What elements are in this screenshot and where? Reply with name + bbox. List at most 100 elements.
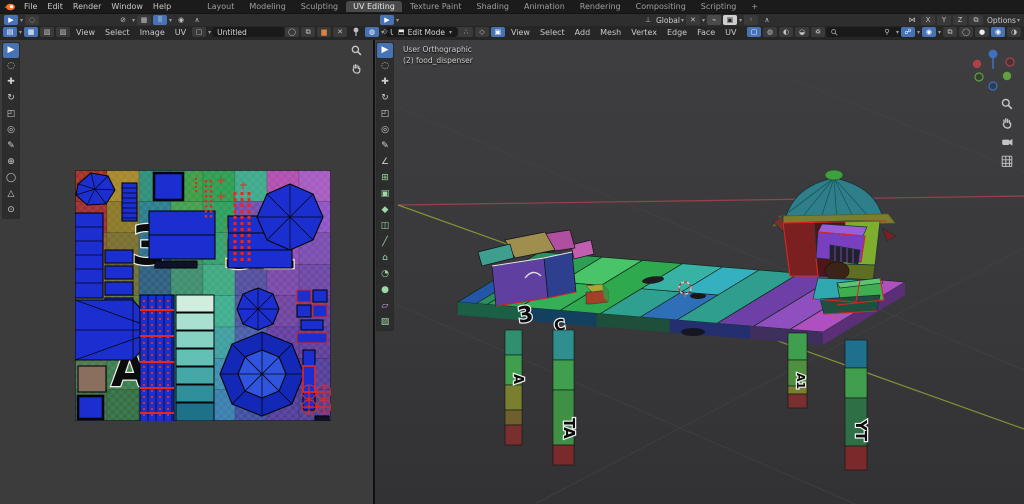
- workspace-tab-shading[interactable]: Shading: [469, 1, 516, 12]
- uv-falloff-icon[interactable]: ∧: [190, 15, 204, 25]
- uv-menu-select[interactable]: Select: [100, 28, 135, 37]
- v3d-active-tool-icon[interactable]: ▶: [380, 15, 394, 25]
- v3d-menu-edge[interactable]: Edge: [662, 28, 692, 37]
- scene-3d[interactable]: 3 C A TA: [375, 40, 1024, 504]
- tool-inset-faces[interactable]: ▣: [377, 187, 393, 202]
- uv-editor-type-icon[interactable]: ▤: [3, 27, 17, 37]
- tool-cursor[interactable]: ◌: [377, 59, 393, 74]
- topbar-menu-render[interactable]: Render: [68, 2, 106, 11]
- options-button[interactable]: Options: [987, 16, 1016, 25]
- tool-shear[interactable]: ▱: [377, 299, 393, 314]
- uv-mode-uv-icon[interactable]: ▦: [24, 27, 38, 37]
- tool-transform[interactable]: ◎: [377, 123, 393, 138]
- v3d-menu-view[interactable]: View: [506, 28, 535, 37]
- image-new-icon[interactable]: ◯: [285, 27, 299, 37]
- topbar-menu-file[interactable]: File: [19, 2, 42, 11]
- uv-menu-view[interactable]: View: [71, 28, 100, 37]
- pan-hand-icon[interactable]: [1001, 117, 1013, 129]
- image-name-field[interactable]: Untitled: [212, 27, 284, 37]
- workspace-tab-modeling[interactable]: Modeling: [242, 1, 292, 12]
- ortho-grid-icon[interactable]: [1001, 155, 1013, 167]
- pin-icon[interactable]: [352, 27, 360, 37]
- uv-menu-image[interactable]: Image: [135, 28, 170, 37]
- workspace-tab-rendering[interactable]: Rendering: [573, 1, 628, 12]
- uv-mode-paint-icon[interactable]: ▧: [40, 27, 54, 37]
- uv-cursor-tool-icon[interactable]: ◌: [25, 15, 39, 25]
- topbar-menu-help[interactable]: Help: [148, 2, 176, 11]
- image-browse-icon[interactable]: ▢: [192, 27, 206, 37]
- proportional-toggle-icon[interactable]: ◦: [744, 15, 758, 25]
- orientation-label[interactable]: Global: [656, 16, 680, 25]
- add-workspace-button[interactable]: +: [744, 1, 765, 12]
- tool-loop-cut[interactable]: ◫: [377, 219, 393, 234]
- image-duplicate-icon[interactable]: ⧉: [301, 27, 315, 37]
- uv-mode-mask-icon[interactable]: ▨: [56, 27, 70, 37]
- zoom-icon[interactable]: [351, 45, 362, 56]
- uv-editor-pane[interactable]: ▶◌✚↻◰◎✎⊕◯△⊙ 3 32 A A2: [0, 40, 373, 504]
- select-mode-vertex-icon[interactable]: ∴: [459, 27, 473, 37]
- uv-menu-uv[interactable]: UV: [170, 28, 191, 37]
- pivot-chip-icon[interactable]: ▣: [723, 15, 737, 25]
- workspace-tab-layout[interactable]: Layout: [200, 1, 241, 12]
- v3d-menu-add[interactable]: Add: [570, 28, 596, 37]
- workspace-tab-texture-paint[interactable]: Texture Paint: [403, 1, 469, 12]
- tool-measure[interactable]: ∠: [377, 155, 393, 170]
- tool-smooth[interactable]: ●: [377, 283, 393, 298]
- uv-image[interactable]: 3 32 A A2: [75, 170, 331, 421]
- transform-pivot-icon[interactable]: ⚲: [880, 27, 894, 37]
- mesh-filter-icon[interactable]: ♽: [811, 27, 825, 37]
- v3d-editor-type-icon[interactable]: ⟐: [378, 27, 392, 37]
- show-gizmo-icon[interactable]: ▢: [747, 27, 761, 37]
- tool-rip-region[interactable]: ▨: [377, 315, 393, 330]
- topbar-menu-window[interactable]: Window: [106, 2, 148, 11]
- mirror-axis-y[interactable]: Y: [937, 15, 951, 25]
- uv-active-tool-icon[interactable]: ▶: [4, 15, 18, 25]
- tool-spin[interactable]: ◔: [377, 267, 393, 282]
- topbar-menu-edit[interactable]: Edit: [42, 2, 68, 11]
- falloff-curve-icon[interactable]: ∧: [760, 15, 774, 25]
- snap-target-icon[interactable]: ✕: [686, 15, 700, 25]
- select-mode-face-icon[interactable]: ▣: [491, 27, 505, 37]
- shading-solid-icon[interactable]: ●: [975, 27, 989, 37]
- v3d-menu-select[interactable]: Select: [535, 28, 570, 37]
- tool-annotate[interactable]: ✎: [377, 139, 393, 154]
- mode-dropdown[interactable]: ⬒ Edit Mode ▾: [393, 27, 458, 37]
- tool-select-circle[interactable]: ◌: [3, 59, 19, 74]
- uv-snap-mode-icon[interactable]: ⠿: [153, 15, 167, 25]
- snap-magnet-icon[interactable]: ☍: [901, 27, 915, 37]
- v3d-menu-face[interactable]: Face: [692, 28, 720, 37]
- zoom-icon[interactable]: [1001, 98, 1013, 110]
- snap-toggle-icon[interactable]: ⌁: [707, 15, 721, 25]
- tool-move[interactable]: ✚: [377, 75, 393, 90]
- v3d-menu-uv[interactable]: UV: [720, 28, 741, 37]
- workspace-tab-animation[interactable]: Animation: [517, 1, 572, 12]
- tool-scale[interactable]: ◰: [377, 107, 393, 122]
- tool-tweak[interactable]: ▶: [3, 43, 19, 58]
- uv-sync-icon[interactable]: ◒: [795, 27, 809, 37]
- tool-scale[interactable]: ◰: [3, 107, 19, 122]
- shading-material-icon[interactable]: ◉: [991, 27, 1005, 37]
- shading-wireframe-icon[interactable]: ◯: [959, 27, 973, 37]
- tool-rotate[interactable]: ↻: [3, 91, 19, 106]
- tool-knife[interactable]: ╱: [377, 235, 393, 250]
- tool-pin[interactable]: ⊙: [3, 203, 19, 218]
- tool-annotate[interactable]: ✎: [3, 139, 19, 154]
- blender-logo-icon[interactable]: [3, 1, 16, 12]
- tool-rotate[interactable]: ↻: [377, 91, 393, 106]
- tool-transform[interactable]: ◎: [3, 123, 19, 138]
- snap-base-icon[interactable]: ⧉: [969, 15, 983, 25]
- uv-active-tool-caret[interactable]: ▾: [20, 17, 23, 24]
- show-overlays-icon[interactable]: ◍: [763, 27, 777, 37]
- v3d-active-tool-caret[interactable]: ▾: [396, 17, 399, 24]
- select-mode-edge-icon[interactable]: ◇: [475, 27, 489, 37]
- table-legs[interactable]: A TA A1 YT: [505, 330, 870, 470]
- shading-rendered-icon[interactable]: ◑: [1007, 27, 1021, 37]
- viewport-3d-pane[interactable]: 3 C A TA: [375, 40, 1024, 504]
- camera-view-icon[interactable]: [1001, 136, 1013, 148]
- tool-poly-build[interactable]: ⌂: [377, 251, 393, 266]
- tool-pinch[interactable]: △: [3, 187, 19, 202]
- uv-proportional-icon[interactable]: ◉: [174, 15, 188, 25]
- workspace-tab-compositing[interactable]: Compositing: [629, 1, 693, 12]
- v3d-menu-mesh[interactable]: Mesh: [595, 28, 626, 37]
- tool-relax[interactable]: ◯: [3, 171, 19, 186]
